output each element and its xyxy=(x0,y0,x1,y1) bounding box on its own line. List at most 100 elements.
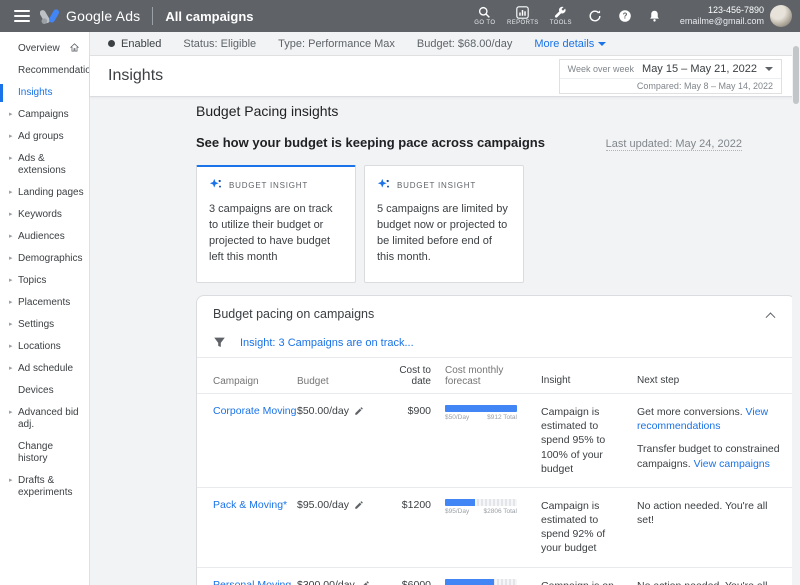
column-header-next-step: Next step xyxy=(637,374,781,388)
sidebar-item-ad-schedule[interactable]: ▸Ad schedule xyxy=(0,358,89,380)
insight-cell: Campaign is estimated to spend 92% of yo… xyxy=(541,499,637,556)
forecast-daily-label: $95/Day xyxy=(445,508,469,515)
sidebar-item-ad-groups[interactable]: ▸Ad groups xyxy=(0,126,89,148)
sidebar-item-change-history[interactable]: Change history xyxy=(0,436,89,470)
next-step-item: Transfer budget to constrained campaigns… xyxy=(637,442,781,470)
expand-arrow-icon: ▸ xyxy=(9,111,13,119)
expand-arrow-icon: ▸ xyxy=(9,233,13,241)
edit-budget-button pencil-icon[interactable] xyxy=(354,500,364,510)
sidebar-item-label: Advanced bid adj. xyxy=(18,407,85,431)
sidebar-item-label: Placements xyxy=(18,297,70,309)
campaign-type: Type: Performance Max xyxy=(278,38,395,50)
home-icon xyxy=(70,43,79,52)
edit-budget-button pencil-icon[interactable] xyxy=(354,406,364,416)
chevron-down-icon xyxy=(598,42,606,46)
tools-button[interactable]: TOOLS xyxy=(542,6,580,26)
wrench-icon xyxy=(554,6,567,19)
forecast-cell: $300/Day$9120 Total xyxy=(445,579,541,585)
expand-arrow-icon: ▸ xyxy=(9,255,13,263)
column-header-insight: Insight xyxy=(541,374,637,388)
sidebar-item-label: Recommendations xyxy=(18,65,90,77)
sidebar-item-label: Keywords xyxy=(18,209,62,221)
sidebar-item-label: Ad groups xyxy=(18,131,64,143)
budget-cell: $300.00/day xyxy=(297,579,381,585)
expand-arrow-icon: ▸ xyxy=(9,409,13,417)
next-step-cell: Get more conversions. View recommendatio… xyxy=(637,405,781,471)
expand-arrow-icon: ▸ xyxy=(9,211,13,219)
sidebar-item-keywords[interactable]: ▸ Keywords xyxy=(0,204,89,226)
next-step-link[interactable]: View campaigns xyxy=(694,458,770,470)
edit-budget-button pencil-icon[interactable] xyxy=(360,580,370,585)
sidebar-item-topics[interactable]: ▸Topics xyxy=(0,270,89,292)
notifications-button[interactable] xyxy=(642,3,668,29)
top-app-bar: Google Ads All campaigns GO TO REPORTS T… xyxy=(0,0,800,32)
insight-card-header: BUDGET INSIGHT xyxy=(209,178,343,192)
reports-button[interactable]: REPORTS xyxy=(504,6,542,26)
budget-pacing-panel: Budget pacing on campaigns Insight: 3 Ca… xyxy=(196,295,792,585)
date-range-value: May 15 – May 21, 2022 xyxy=(642,63,757,75)
avatar[interactable] xyxy=(770,5,792,27)
section-subtitle: See how your budget is keeping pace acro… xyxy=(196,135,545,150)
insight-cell: Campaign is on track to utilize budget a… xyxy=(541,579,637,585)
campaign-link[interactable]: Personal Moving xyxy=(213,579,291,585)
filter-chip[interactable]: Insight: 3 Campaigns are on track... xyxy=(240,337,414,349)
sidebar-item-advanced-bid-adj-[interactable]: ▸ Advanced bid adj. xyxy=(0,402,89,436)
filter-icon xyxy=(213,336,226,349)
insight-cards: BUDGET INSIGHT3 campaigns are on track t… xyxy=(196,165,784,283)
sidebar-item-recommendations[interactable]: Recommendations xyxy=(0,60,89,82)
page-scrollbar[interactable] xyxy=(792,32,800,585)
sidebar-item-settings[interactable]: ▸Settings xyxy=(0,314,89,336)
topbar-divider xyxy=(152,7,153,25)
help-button[interactable]: ? xyxy=(612,3,638,29)
next-step-item: Get more conversions. View recommendatio… xyxy=(637,405,781,433)
next-step-link[interactable]: View recommendations xyxy=(637,406,768,432)
sidebar-item-label: Ad schedule xyxy=(18,363,73,375)
scrollbar-thumb[interactable] xyxy=(793,46,799,104)
reports-chart-icon xyxy=(516,6,529,19)
status-dot-icon xyxy=(108,40,115,47)
campaign-cell: Corporate Moving xyxy=(213,405,297,417)
column-header-budget: Budget xyxy=(297,376,381,387)
forecast-bar-labels: $95/Day$2806 Total xyxy=(445,508,517,515)
page-title: Budget Pacing insights xyxy=(196,103,784,119)
sidebar-item-drafts-experiments[interactable]: ▸Drafts & experiments xyxy=(0,470,89,504)
sidebar-item-placements[interactable]: ▸ Placements xyxy=(0,292,89,314)
sidebar-item-audiences[interactable]: ▸Audiences xyxy=(0,226,89,248)
account-info[interactable]: 123-456-7890 emailme@gmail.com xyxy=(680,5,764,28)
campaign-cell: Personal Moving xyxy=(213,579,297,585)
expand-arrow-icon: ▸ xyxy=(9,343,13,351)
sidebar-item-devices[interactable]: Devices xyxy=(0,380,89,402)
forecast-bar-fill xyxy=(445,499,475,506)
sidebar-item-campaigns[interactable]: ▸Campaigns xyxy=(0,104,89,126)
sidebar-item-ads-extensions[interactable]: ▸Ads & extensions xyxy=(0,148,89,182)
collapse-panel-button[interactable] xyxy=(761,305,779,323)
sidebar-nav: Overview Recommendations Insights▸Campaign… xyxy=(0,32,90,585)
date-range-picker[interactable]: Week over week May 15 – May 21, 2022 Com… xyxy=(559,59,782,94)
budget-cell: $95.00/day xyxy=(297,499,381,511)
refresh-button[interactable] xyxy=(582,3,608,29)
more-details-link[interactable]: More details xyxy=(534,38,606,50)
google-ads-logo xyxy=(40,8,60,25)
expand-arrow-icon: ▸ xyxy=(9,299,13,307)
campaign-budget: Budget: $68.00/day xyxy=(417,38,512,50)
main-content: Budget Pacing insights See how your budg… xyxy=(90,97,792,585)
svg-text:?: ? xyxy=(622,12,627,21)
campaign-status-bar: Enabled Status: Eligible Type: Performan… xyxy=(90,32,800,56)
campaign-link[interactable]: Corporate Moving xyxy=(213,405,296,417)
sidebar-item-insights[interactable]: Insights xyxy=(0,82,89,104)
forecast-bar xyxy=(445,405,517,412)
budget-cell: $50.00/day xyxy=(297,405,381,417)
sidebar-item-landing-pages[interactable]: ▸Landing pages xyxy=(0,182,89,204)
menu-icon[interactable] xyxy=(14,10,30,22)
expand-arrow-icon: ▸ xyxy=(9,321,13,329)
insight-card-2[interactable]: BUDGET INSIGHT5 campaigns are limited by… xyxy=(364,165,524,283)
budget-value: $95.00/day xyxy=(297,499,349,511)
goto-button[interactable]: GO TO xyxy=(466,6,504,26)
sidebar-item-demographics[interactable]: ▸Demographics xyxy=(0,248,89,270)
campaign-link[interactable]: Pack & Moving* xyxy=(213,499,287,511)
insight-card-1[interactable]: BUDGET INSIGHT3 campaigns are on track t… xyxy=(196,165,356,283)
sidebar-item-locations[interactable]: ▸Locations xyxy=(0,336,89,358)
forecast-daily-label: $50/Day xyxy=(445,414,469,421)
sidebar-item-label: Devices xyxy=(18,385,54,397)
sidebar-item-overview[interactable]: Overview xyxy=(0,38,89,60)
